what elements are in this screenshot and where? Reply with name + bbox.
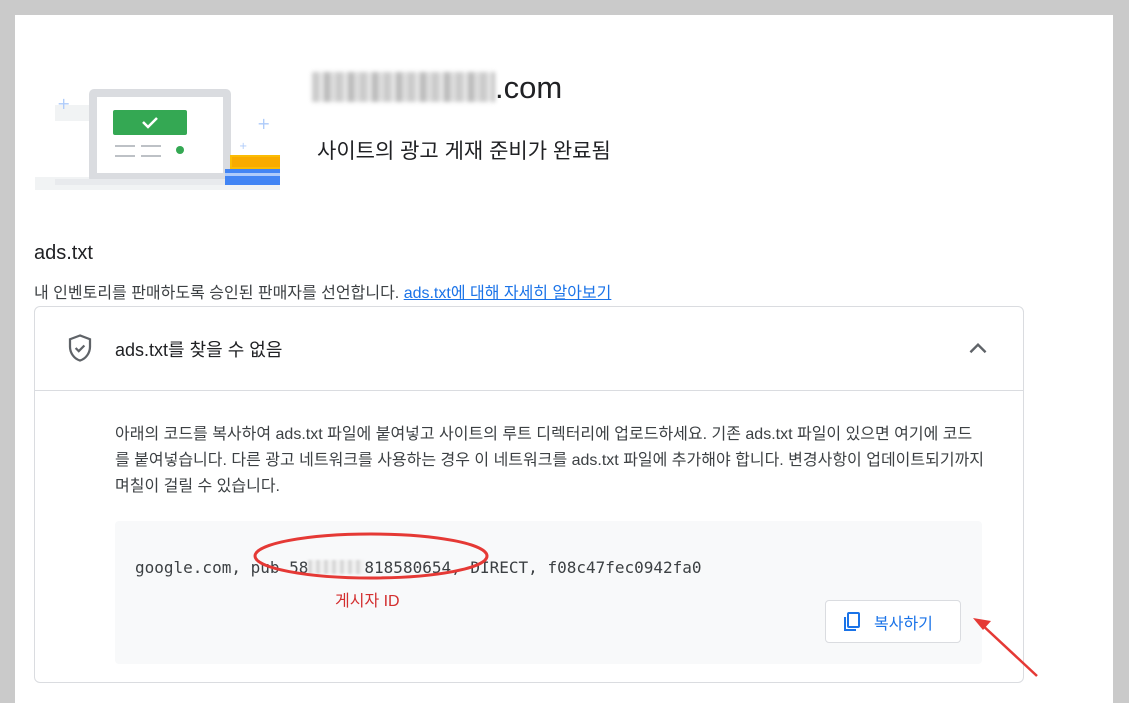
copy-button[interactable]: 복사하기 (825, 600, 961, 643)
card-title: ads.txt를 찾을 수 없음 (115, 340, 283, 360)
ads-txt-code[interactable]: google.com, pub 58 818580654, DIRECT, f08… (135, 558, 702, 577)
copy-button-label: 복사하기 (874, 613, 933, 633)
section-description-text: 내 인벤토리를 판매하도록 승인된 판매자를 선언합니다. (34, 285, 404, 302)
code-pub-end: 818580654 (364, 558, 452, 577)
svg-text:+: + (239, 141, 247, 152)
ads-txt-card: ads.txt를 찾을 수 없음 아래의 코드를 복사하여 ads.txt 파일… (34, 306, 1024, 683)
instructions-text: 아래의 코드를 복사하여 ads.txt 파일에 붙여넣고 사이트의 루트 디렉… (115, 426, 984, 495)
site-status-subtitle: 사이트의 광고 게재 준비가 완료됨 (317, 140, 611, 163)
copy-icon (844, 611, 860, 631)
code-prefix: google.com, pub (135, 558, 280, 577)
code-suffix: , DIRECT, f08c47fec0942fa0 (451, 558, 702, 577)
chevron-up-icon[interactable] (964, 336, 992, 362)
site-ready-illustration: + + + (35, 89, 280, 190)
publisher-id-annotation-label: 게시자 ID (335, 593, 400, 610)
redacted-domain (312, 72, 495, 102)
content-panel: + + + .com 사이트의 광고 게재 준비가 완료됨 ads.txt 내 … (15, 15, 1113, 703)
section-description: 내 인벤토리를 판매하도록 승인된 판매자를 선언합니다. ads.txt에 대… (34, 279, 611, 303)
card-header[interactable]: ads.txt를 찾을 수 없음 (35, 307, 1023, 391)
learn-more-link[interactable]: ads.txt에 대해 자세히 알아보기 (404, 285, 612, 302)
site-domain-suffix: .com (495, 70, 563, 105)
redacted-publisher-id (308, 560, 365, 574)
code-pub-start: 58 (289, 558, 309, 577)
shield-check-icon (68, 334, 92, 362)
section-title: ads.txt (34, 242, 93, 264)
svg-text:+: + (257, 114, 270, 133)
site-domain: .com (312, 70, 562, 106)
checkmark-icon (113, 110, 187, 135)
code-snippet-box: google.com, pub 58 818580654, DIRECT, f08… (115, 521, 982, 664)
browser-top-strip (0, 0, 1129, 14)
svg-text:+: + (57, 94, 70, 113)
